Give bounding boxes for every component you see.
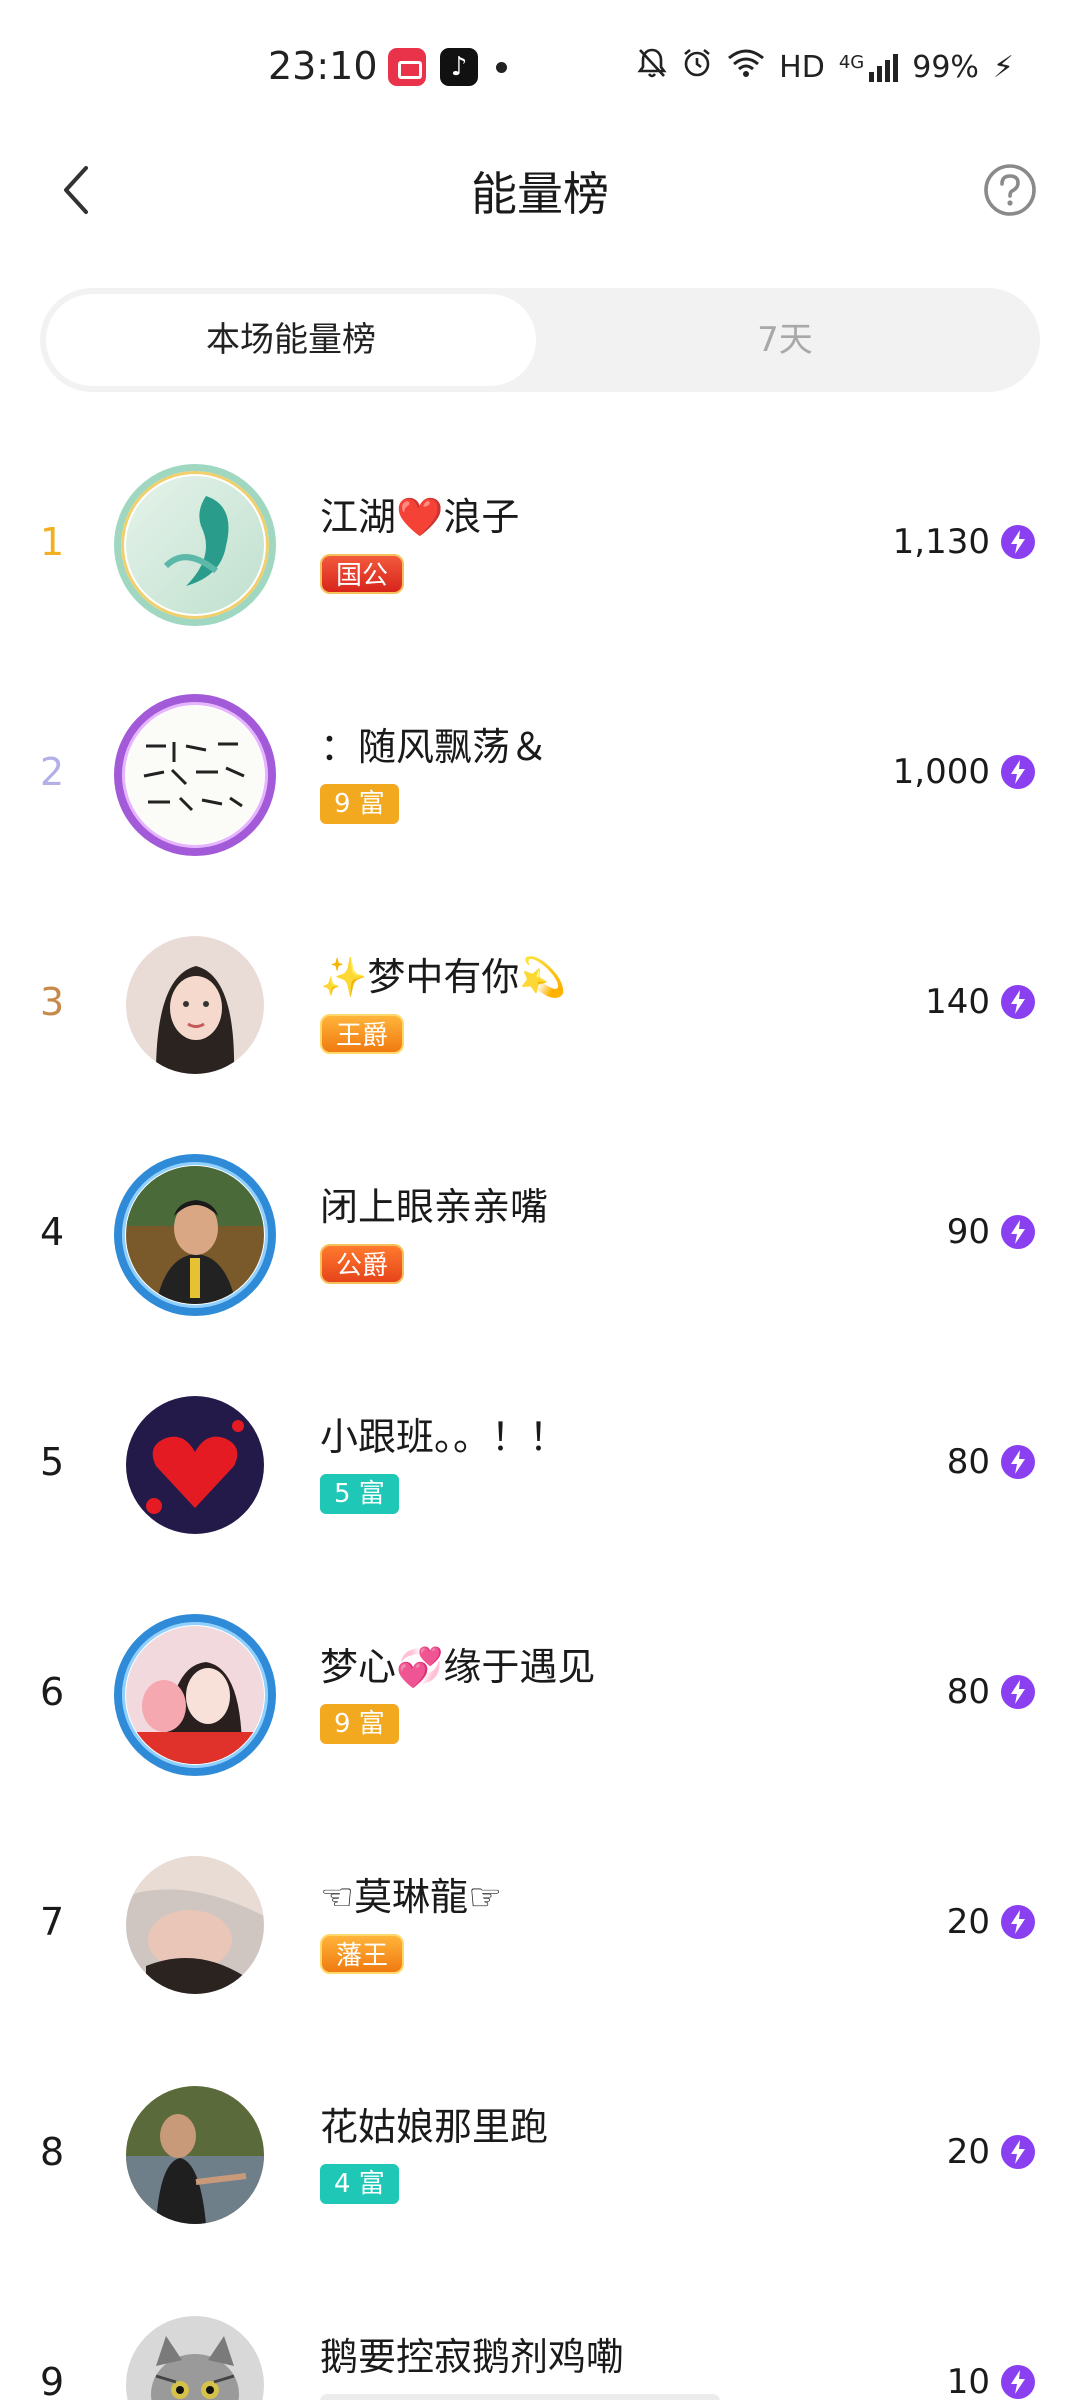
avatar: [126, 1626, 264, 1764]
rank-badge: 公爵: [320, 1244, 405, 1284]
user-name: ☜莫琳龍☞: [320, 1875, 503, 1919]
notification-dot-icon: [496, 62, 507, 73]
rank-badge-placeholder: [320, 2394, 720, 2400]
energy-score: 140: [925, 982, 990, 1022]
rank-badge: 9 富: [320, 784, 399, 824]
lightning-energy-icon: [1000, 2134, 1036, 2170]
mute-icon: [637, 47, 667, 87]
rank-badge: 5 富: [320, 1474, 399, 1514]
energy-score: 1,000: [892, 752, 990, 792]
energy-score: 1,130: [892, 522, 990, 562]
user-name: ✨梦中有你💫: [320, 955, 567, 999]
rank-number: 4: [40, 1210, 65, 1254]
user-name: ：随风飘荡＆: [320, 725, 549, 769]
user-name: 闭上眼亲亲嘴: [320, 1185, 549, 1229]
avatar: [126, 706, 264, 844]
energy-score: 80: [946, 1672, 990, 1712]
energy-score: 10: [946, 2362, 990, 2400]
wifi-icon: [727, 48, 765, 86]
signal-label: 4G: [838, 52, 865, 73]
lightning-energy-icon: [1000, 1444, 1036, 1480]
rank-number: 1: [40, 520, 65, 564]
user-name: 小跟班。。！！: [320, 1415, 568, 1459]
lightning-energy-icon: [1000, 984, 1036, 1020]
status-time: 23:10: [268, 44, 378, 88]
ranking-row[interactable]: 4 闭上眼亲亲嘴 公爵 90: [0, 1120, 1080, 1350]
ranking-row[interactable]: 6 梦心💞缘于遇见 9 富 80: [0, 1580, 1080, 1810]
rank-number: 7: [40, 1900, 65, 1944]
ranking-row[interactable]: 7 ☜莫琳龍☞ 藩王 20: [0, 1810, 1080, 2040]
rank-number: 2: [40, 750, 65, 794]
user-name: 花姑娘那里跑: [320, 2105, 549, 2149]
lightning-energy-icon: [1000, 2364, 1036, 2400]
ranking-row[interactable]: 2 ：随风飘荡＆ 9 富 1,000: [0, 660, 1080, 890]
ranking-row[interactable]: 1 江湖❤️浪子 国公 1,130: [0, 430, 1080, 660]
tab-current-session[interactable]: 本场能量榜: [46, 294, 536, 386]
energy-score: 90: [946, 1212, 990, 1252]
alarm-icon: [681, 47, 713, 87]
tiktok-icon: ♪: [440, 48, 478, 86]
ranking-row[interactable]: 3 ✨梦中有你💫 王爵 140: [0, 890, 1080, 1120]
rank-number: 6: [40, 1670, 65, 1714]
ranking-tabs: 本场能量榜 7天: [40, 288, 1040, 392]
avatar: [126, 1856, 264, 1994]
ranking-row[interactable]: 9 鹅要控寂鹅剂鸡嘞 10: [0, 2270, 1080, 2400]
lightning-energy-icon: [1000, 1674, 1036, 1710]
avatar: [126, 476, 264, 614]
user-name: 鹅要控寂鹅剂鸡嘞: [320, 2335, 625, 2379]
rank-badge: 国公: [320, 554, 405, 594]
avatar: [126, 1166, 264, 1304]
rank-number: 3: [40, 980, 65, 1024]
network-label: HD: [779, 49, 825, 85]
lightning-energy-icon: [1000, 754, 1036, 790]
energy-score: 20: [946, 1902, 990, 1942]
rank-number: 8: [40, 2130, 65, 2174]
rank-badge: 藩王: [320, 1934, 405, 1974]
avatar: [126, 1396, 264, 1534]
charging-icon: ⚡: [992, 49, 1014, 85]
screen-record-icon: [388, 48, 426, 86]
rank-number: 5: [40, 1440, 65, 1484]
energy-score: 20: [946, 2132, 990, 2172]
lightning-energy-icon: [1000, 1214, 1036, 1250]
battery-level: 99%: [912, 49, 979, 85]
lightning-energy-icon: [1000, 524, 1036, 560]
energy-ranking-page: 23:10 ♪ HD 4G 99% ⚡ 能量榜 本场能量榜 7天 1 江湖❤️浪…: [0, 0, 1080, 2400]
question-circle-icon: [984, 164, 1036, 216]
avatar: [126, 2316, 264, 2400]
rank-badge: 9 富: [320, 1704, 399, 1744]
signal-icon: 4G: [838, 52, 899, 82]
user-name: 江湖❤️浪子: [320, 495, 520, 539]
rank-number: 9: [40, 2360, 65, 2400]
avatar: [126, 936, 264, 1074]
rank-badge: 4 富: [320, 2164, 399, 2204]
energy-score: 80: [946, 1442, 990, 1482]
ranking-row[interactable]: 8 花姑娘那里跑 4 富 20: [0, 2040, 1080, 2270]
help-button[interactable]: [978, 158, 1042, 222]
user-name: 梦心💞缘于遇见: [320, 1645, 596, 1689]
lightning-energy-icon: [1000, 1904, 1036, 1940]
header: 能量榜: [0, 140, 1080, 240]
ranking-row[interactable]: 5 小跟班。。！！ 5 富 80: [0, 1350, 1080, 1580]
rank-badge: 王爵: [320, 1014, 405, 1054]
status-icons: HD 4G 99% ⚡: [637, 46, 1014, 88]
avatar: [126, 2086, 264, 2224]
page-title: 能量榜: [471, 167, 609, 221]
tab-7-days[interactable]: 7天: [536, 294, 1034, 386]
status-bar: 23:10 ♪ HD 4G 99% ⚡: [0, 0, 1080, 130]
